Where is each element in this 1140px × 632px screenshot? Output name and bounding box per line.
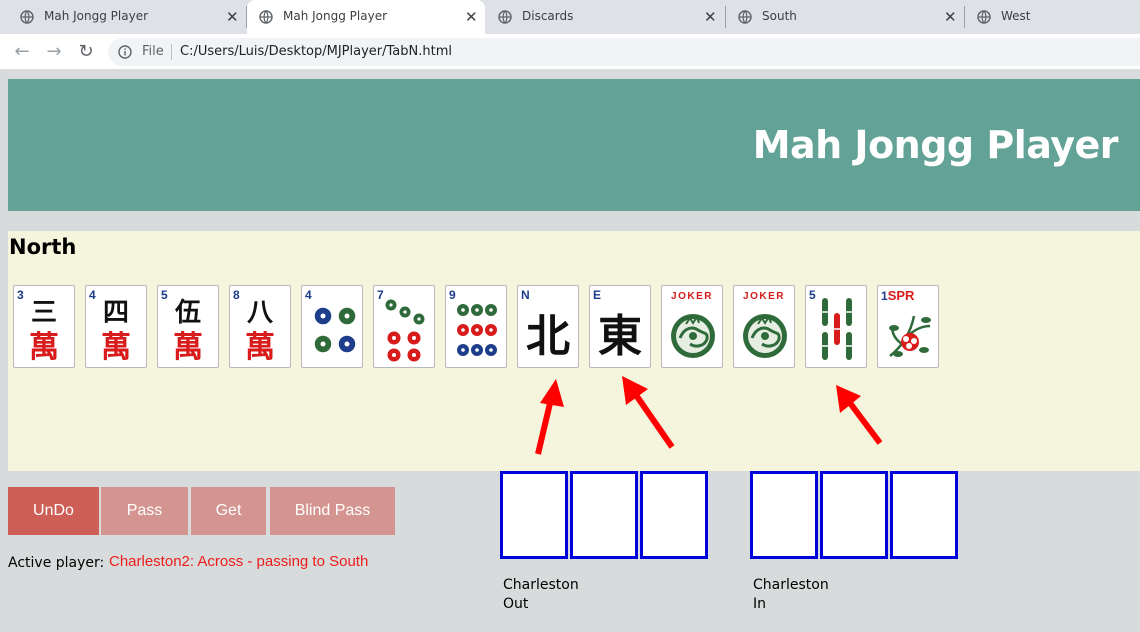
charleston-in-slot[interactable]	[890, 471, 958, 559]
tile-8-crak[interactable]: 8 八 萬	[229, 285, 291, 368]
label-line: In	[753, 596, 767, 612]
tile-east-wind[interactable]: E 東	[589, 285, 651, 368]
globe-icon	[20, 10, 34, 24]
player-board: North 3 三 萬 4 四 萬 5 伍 萬 8 八 萬 4 7 9 N 北 …	[8, 231, 1140, 471]
charleston-out-slot[interactable]	[570, 471, 638, 559]
url-text[interactable]: C:/Users/Luis/Desktop/MJPlayer/TabN.html	[180, 44, 452, 59]
tile-joker[interactable]: JOKER	[733, 285, 795, 368]
address-divider	[171, 44, 172, 60]
tile-3-crak[interactable]: 3 三 萬	[13, 285, 75, 368]
charleston-in-slot[interactable]	[820, 471, 888, 559]
tile-9-dot[interactable]: 9	[445, 285, 507, 368]
tile-5-bam[interactable]: 5	[805, 285, 867, 368]
close-icon[interactable]: ✕	[944, 8, 957, 26]
label-line: Out	[503, 596, 529, 612]
globe-icon	[498, 10, 512, 24]
dots-icon	[456, 303, 498, 357]
browser-tab[interactable]: South ✕	[726, 0, 964, 34]
globe-icon	[977, 10, 991, 24]
dragon-icon	[743, 314, 787, 358]
arrow-to-north-wind	[535, 398, 554, 455]
charleston-out-label: Charleston Out	[503, 576, 579, 614]
tile-flower-spring[interactable]: 1SPR	[877, 285, 939, 368]
charleston-out-slot[interactable]	[640, 471, 708, 559]
reload-icon[interactable]: ↻	[76, 42, 96, 62]
globe-icon	[738, 10, 752, 24]
back-arrow-icon[interactable]: ←	[12, 42, 32, 62]
tab-title: West	[1001, 9, 1031, 23]
tile-glyph: 北	[526, 311, 570, 362]
close-icon[interactable]: ✕	[226, 8, 239, 26]
tile-4-dot[interactable]: 4	[301, 285, 363, 368]
player-name: North	[9, 235, 77, 259]
tab-title: Mah Jongg Player	[283, 9, 388, 23]
browser-toolbar: ← → ↻ File C:/Users/Luis/Desktop/MJPlaye…	[0, 34, 1140, 70]
tab-title: Mah Jongg Player	[44, 9, 149, 23]
globe-icon	[259, 10, 273, 24]
browser-tab-active[interactable]: Mah Jongg Player ✕	[247, 0, 485, 34]
charleston-out-slot[interactable]	[500, 471, 568, 559]
info-icon[interactable]	[118, 45, 132, 59]
browser-tab[interactable]: Mah Jongg Player ✕	[8, 0, 246, 34]
label-line: Charleston	[503, 577, 579, 593]
file-scheme-label: File	[142, 44, 164, 59]
pass-button[interactable]: Pass	[101, 487, 188, 535]
tile-glyph: 萬	[101, 330, 131, 365]
undo-button[interactable]: UnDo	[8, 487, 99, 535]
tile-glyph: 東	[598, 311, 642, 362]
app-title: Mah Jongg Player	[752, 123, 1119, 167]
blind-pass-button[interactable]: Blind Pass	[270, 487, 395, 535]
dots-icon	[384, 298, 426, 363]
browser-tab[interactable]: West	[965, 0, 1140, 34]
close-icon[interactable]: ✕	[704, 8, 717, 26]
tile-glyph: 萬	[173, 330, 203, 365]
tab-title: South	[762, 9, 797, 23]
close-icon[interactable]: ✕	[465, 8, 478, 26]
tile-glyph: 萬	[29, 330, 59, 365]
tile-glyph: 萬	[245, 330, 275, 365]
address-bar[interactable]: File C:/Users/Luis/Desktop/MJPlayer/TabN…	[108, 38, 1140, 66]
app-header: Mah Jongg Player	[8, 79, 1140, 211]
bamboo-icon	[822, 298, 852, 360]
dragon-icon	[671, 314, 715, 358]
forward-arrow-icon[interactable]: →	[44, 42, 64, 62]
arrow-to-east-wind	[633, 393, 675, 449]
browser-tabstrip: Mah Jongg Player ✕ Mah Jongg Player ✕ Di…	[0, 0, 1140, 34]
active-player-status: Charleston2: Across - passing to South	[109, 553, 369, 570]
browser-tab[interactable]: Discards ✕	[486, 0, 724, 34]
tile-4-crak[interactable]: 4 四 萬	[85, 285, 147, 368]
tab-title: Discards	[522, 9, 574, 23]
tile-7-dot[interactable]: 7	[373, 285, 435, 368]
tile-north-wind[interactable]: N 北	[517, 285, 579, 368]
flower-icon	[889, 315, 931, 357]
charleston-in-slot[interactable]	[750, 471, 818, 559]
active-player-label: Active player:	[8, 555, 105, 571]
arrow-to-5-bam	[847, 401, 883, 445]
tile-joker[interactable]: JOKER	[661, 285, 723, 368]
charleston-in-label: Charleston In	[753, 576, 829, 614]
page-content: Mah Jongg Player North 3 三 萬 4 四 萬 5 伍 萬…	[0, 70, 1140, 632]
get-button[interactable]: Get	[191, 487, 266, 535]
dots-icon	[313, 306, 357, 354]
label-line: Charleston	[753, 577, 829, 593]
tile-5-crak[interactable]: 5 伍 萬	[157, 285, 219, 368]
